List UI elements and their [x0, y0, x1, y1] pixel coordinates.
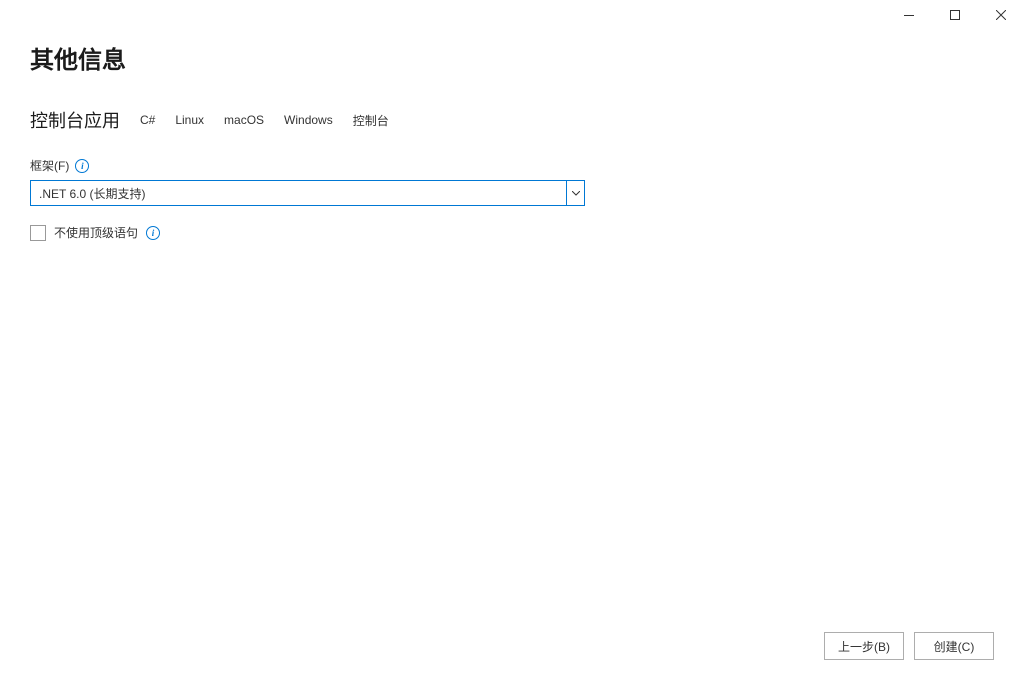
page-title: 其他信息 — [30, 40, 994, 75]
project-type-row: 控制台应用 C# Linux macOS Windows 控制台 — [30, 107, 994, 133]
maximize-icon — [950, 10, 960, 20]
top-level-statements-row: 不使用顶级语句 i — [30, 224, 994, 241]
framework-label: 框架(F) — [30, 157, 69, 174]
tag-macos: macOS — [224, 111, 264, 129]
tag-console: 控制台 — [353, 110, 389, 131]
info-icon[interactable]: i — [75, 159, 89, 173]
close-icon — [996, 10, 1006, 20]
top-level-statements-label: 不使用顶级语句 — [54, 224, 138, 241]
project-type-label: 控制台应用 — [30, 107, 120, 133]
tag-csharp: C# — [140, 111, 155, 129]
framework-dropdown-value: .NET 6.0 (长期支持) — [31, 181, 566, 205]
maximize-button[interactable] — [932, 0, 978, 30]
tag-linux: Linux — [175, 111, 204, 129]
framework-dropdown[interactable]: .NET 6.0 (长期支持) — [30, 180, 585, 206]
back-button[interactable]: 上一步(B) — [824, 632, 904, 660]
create-button[interactable]: 创建(C) — [914, 632, 994, 660]
footer-buttons: 上一步(B) 创建(C) — [824, 632, 994, 660]
top-level-statements-checkbox[interactable] — [30, 225, 46, 241]
minimize-button[interactable] — [886, 0, 932, 30]
info-icon[interactable]: i — [146, 226, 160, 240]
minimize-icon — [904, 15, 914, 16]
dropdown-arrow — [566, 181, 584, 205]
framework-label-row: 框架(F) i — [30, 157, 994, 174]
titlebar — [0, 0, 1024, 30]
close-button[interactable] — [978, 0, 1024, 30]
content-area: 其他信息 控制台应用 C# Linux macOS Windows 控制台 框架… — [0, 30, 1024, 241]
chevron-down-icon — [572, 191, 580, 196]
tag-windows: Windows — [284, 111, 333, 129]
